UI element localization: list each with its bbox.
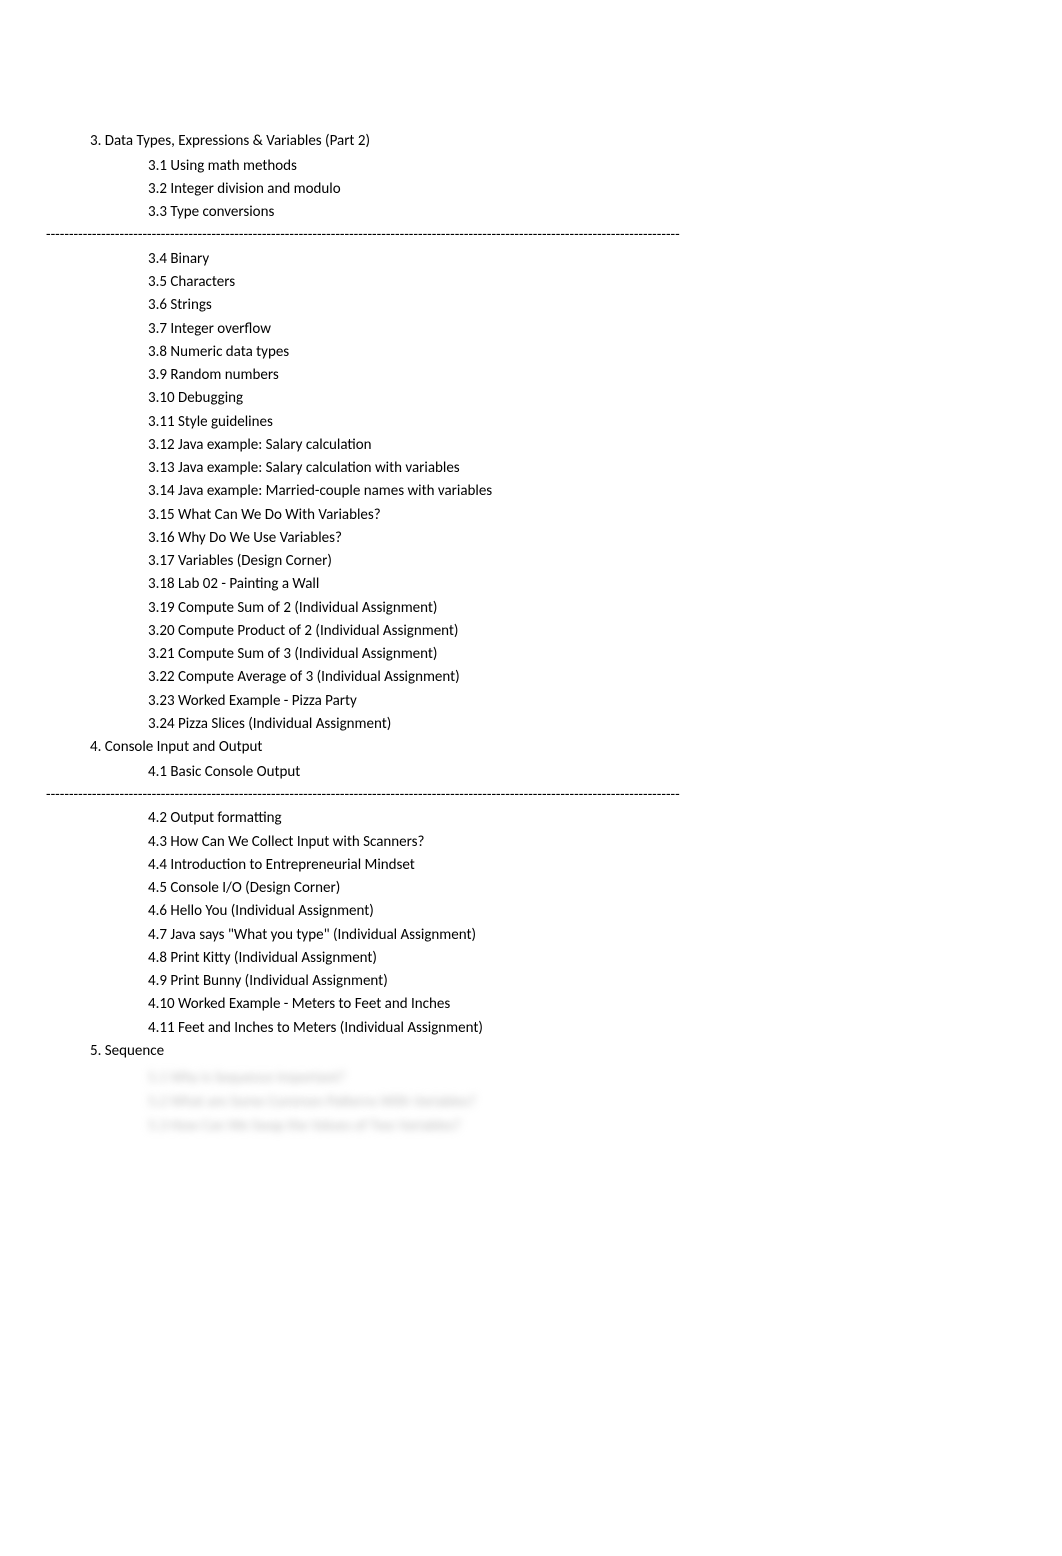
topic-item: 4.4 Introduction to Entrepreneurial Mind…	[148, 854, 972, 877]
topic-item: 3.6 Strings	[148, 294, 972, 317]
divider-line: ----------------------------------------…	[46, 226, 928, 246]
topic-item: 3.20 Compute Product of 2 (Individual As…	[148, 620, 972, 643]
topic-list: 4.1 Basic Console Output	[148, 761, 972, 784]
topic-item: 3.13 Java example: Salary calculation wi…	[148, 457, 972, 480]
topic-list: 4.2 Output formatting 4.3 How Can We Col…	[148, 807, 972, 1040]
topic-list: 3.1 Using math methods 3.2 Integer divis…	[148, 155, 972, 225]
topic-item: 3.23 Worked Example - Pizza Party	[148, 690, 972, 713]
blurred-item: 5.3 How Can We Swap the Values of Two Va…	[148, 1114, 972, 1138]
topic-item: 3.19 Compute Sum of 2 (Individual Assign…	[148, 597, 972, 620]
topic-item: 3.12 Java example: Salary calculation	[148, 434, 972, 457]
topic-item: 4.3 How Can We Collect Input with Scanne…	[148, 831, 972, 854]
divider-line: ----------------------------------------…	[46, 786, 928, 806]
topic-item: 3.9 Random numbers	[148, 364, 972, 387]
topic-item: 3.10 Debugging	[148, 387, 972, 410]
topic-item: 4.5 Console I/O (Design Corner)	[148, 877, 972, 900]
section-title: 3. Data Types, Expressions & Variables (…	[90, 130, 972, 153]
topic-item: 3.5 Characters	[148, 271, 972, 294]
topic-item: 3.11 Style guidelines	[148, 411, 972, 434]
topic-item: 3.1 Using math methods	[148, 155, 972, 178]
topic-item: 4.7 Java says "What you type" (Individua…	[148, 924, 972, 947]
topic-item: 3.7 Integer overflow	[148, 318, 972, 341]
section-title: 5. Sequence	[90, 1040, 972, 1063]
blurred-item: 5.1 Why is Sequence Important?	[148, 1066, 972, 1090]
blurred-content: 5.1 Why is Sequence Important? 5.2 What …	[148, 1066, 972, 1138]
topic-item: 3.8 Numeric data types	[148, 341, 972, 364]
topic-item: 4.8 Print Kitty (Individual Assignment)	[148, 947, 972, 970]
topic-item: 3.17 Variables (Design Corner)	[148, 550, 972, 573]
section-title: 4. Console Input and Output	[90, 736, 972, 759]
topic-item: 3.3 Type conversions	[148, 201, 972, 224]
blurred-item: 5.2 What are Some Common Patterns With V…	[148, 1090, 972, 1114]
topic-item: 3.22 Compute Average of 3 (Individual As…	[148, 666, 972, 689]
topic-item: 4.2 Output formatting	[148, 807, 972, 830]
topic-item: 3.18 Lab 02 - Painting a Wall	[148, 573, 972, 596]
topic-item: 4.11 Feet and Inches to Meters (Individu…	[148, 1017, 972, 1040]
document-page: 3. Data Types, Expressions & Variables (…	[0, 0, 1062, 1198]
topic-item: 4.9 Print Bunny (Individual Assignment)	[148, 970, 972, 993]
topic-item: 3.14 Java example: Married-couple names …	[148, 480, 972, 503]
topic-item: 4.6 Hello You (Individual Assignment)	[148, 900, 972, 923]
topic-item: 3.16 Why Do We Use Variables?	[148, 527, 972, 550]
topic-item: 4.10 Worked Example - Meters to Feet and…	[148, 993, 972, 1016]
topic-item: 3.24 Pizza Slices (Individual Assignment…	[148, 713, 972, 736]
topic-item: 3.15 What Can We Do With Variables?	[148, 504, 972, 527]
topic-item: 3.21 Compute Sum of 3 (Individual Assign…	[148, 643, 972, 666]
topic-list: 3.4 Binary 3.5 Characters 3.6 Strings 3.…	[148, 248, 972, 736]
topic-item: 3.4 Binary	[148, 248, 972, 271]
topic-item: 4.1 Basic Console Output	[148, 761, 972, 784]
topic-item: 3.2 Integer division and modulo	[148, 178, 972, 201]
